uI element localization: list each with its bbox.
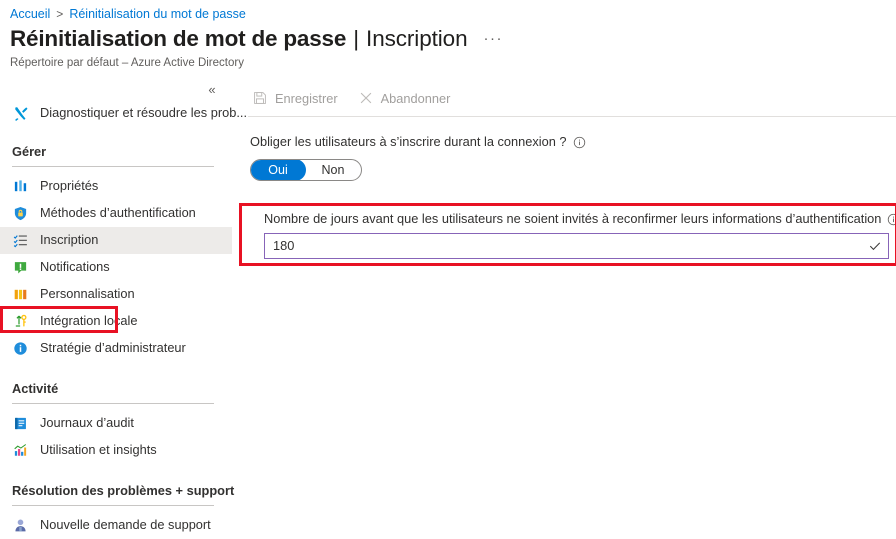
more-options-button[interactable]: ··· — [484, 30, 504, 47]
toggle-option-yes[interactable]: Oui — [251, 160, 306, 180]
sidebar-item-label: Diagnostiquer et résoudre les prob... — [40, 105, 247, 121]
toggle-option-no[interactable]: Non — [305, 160, 361, 180]
sidebar-item-inscription[interactable]: Inscription — [0, 227, 232, 254]
page-title-section: Inscription — [366, 26, 468, 51]
sidebar-item-diagnose[interactable]: Diagnostiquer et résoudre les prob... — [0, 100, 247, 127]
on-premises-integration-icon — [12, 313, 29, 330]
days-before-reconfirm-input-wrapper[interactable] — [264, 233, 889, 259]
breadcrumb-separator-icon: > — [56, 7, 64, 21]
sidebar-item-administrator-policy[interactable]: Stratégie d’administrateur — [0, 335, 232, 362]
checkmark-icon — [862, 234, 888, 258]
sidebar-item-properties[interactable]: Propriétés — [0, 173, 232, 200]
days-before-reconfirm-label: Nombre de jours avant que les utilisateu… — [264, 211, 896, 227]
sidebar-divider — [12, 166, 214, 167]
save-button[interactable]: Enregistrer — [248, 86, 346, 110]
sidebar-divider — [12, 403, 214, 404]
sidebar-item-label: Propriétés — [40, 178, 99, 194]
page-title-main: Réinitialisation de mot de passe — [10, 26, 347, 51]
sidebar-item-label: Méthodes d’authentification — [40, 205, 196, 221]
page-title: Réinitialisation de mot de passe | Inscr… — [10, 26, 503, 52]
command-bar-divider — [248, 116, 896, 117]
require-registration-toggle[interactable]: Oui Non — [250, 159, 362, 181]
sidebar-item-audit-logs[interactable]: Journaux d’audit — [0, 410, 232, 437]
info-icon[interactable] — [573, 136, 586, 149]
save-button-label: Enregistrer — [275, 90, 338, 106]
breadcrumb-home-link[interactable]: Accueil — [10, 7, 50, 21]
sidebar-item-label: Inscription — [40, 232, 99, 248]
sidebar-group-activity-title: Activité — [12, 380, 59, 396]
sidebar-item-label: Nouvelle demande de support — [40, 517, 211, 533]
sidebar-item-label: Utilisation et insights — [40, 442, 157, 458]
info-circle-icon — [12, 340, 29, 357]
discard-button[interactable]: Abandonner — [354, 86, 459, 110]
sidebar-item-label: Journaux d’audit — [40, 415, 134, 431]
sidebar-item-on-premises-integration[interactable]: Intégration locale — [0, 308, 232, 335]
collapse-sidebar-button[interactable]: « — [204, 82, 220, 98]
sidebar-item-customization[interactable]: Personnalisation — [0, 281, 232, 308]
days-before-reconfirm-label-text: Nombre de jours avant que les utilisateu… — [264, 211, 882, 226]
wrench-icon — [12, 105, 29, 122]
command-bar: Enregistrer Abandonner — [248, 86, 466, 110]
sidebar: « Diagnostiquer et résoudre les prob... … — [0, 80, 247, 535]
sidebar-group-manage-title: Gérer — [12, 143, 47, 159]
sidebar-divider — [12, 505, 214, 506]
page-subtitle: Répertoire par défaut – Azure Active Dir… — [10, 57, 244, 69]
save-icon — [252, 90, 268, 106]
days-before-reconfirm-input[interactable] — [265, 234, 862, 258]
require-registration-label: Obliger les utilisateurs à s’inscrire du… — [250, 134, 886, 150]
sidebar-item-label: Personnalisation — [40, 286, 135, 302]
support-person-icon — [12, 517, 29, 534]
page-title-divider: | — [353, 26, 360, 51]
sidebar-item-label: Stratégie d’administrateur — [40, 340, 186, 356]
sidebar-item-usage-insights[interactable]: Utilisation et insights — [0, 437, 232, 464]
close-icon — [358, 90, 374, 106]
info-icon[interactable] — [887, 213, 896, 226]
usage-insights-icon — [12, 442, 29, 459]
discard-button-label: Abandonner — [380, 90, 451, 106]
shield-lock-icon — [12, 205, 29, 222]
sidebar-group-support-title: Résolution des problèmes + support — [12, 482, 235, 498]
breadcrumb-current-link[interactable]: Réinitialisation du mot de passe — [69, 7, 246, 21]
audit-log-icon — [12, 415, 29, 432]
customization-icon — [12, 286, 29, 303]
breadcrumb: Accueil > Réinitialisation du mot de pas… — [10, 5, 246, 23]
settings-form: Obliger les utilisateurs à s’inscrire du… — [239, 134, 896, 268]
sidebar-item-authentication-methods[interactable]: Méthodes d’authentification — [0, 200, 232, 227]
sidebar-item-label: Intégration locale — [40, 313, 138, 329]
require-registration-label-text: Obliger les utilisateurs à s’inscrire du… — [250, 134, 567, 149]
notification-icon — [12, 259, 29, 276]
content-pane: Enregistrer Abandonner Obliger les utili… — [239, 80, 896, 535]
properties-icon — [12, 178, 29, 195]
sidebar-item-notifications[interactable]: Notifications — [0, 254, 232, 281]
days-before-reconfirm-field: Nombre de jours avant que les utilisateu… — [239, 203, 896, 268]
require-registration-toggle-row: Oui Non — [250, 159, 886, 181]
sidebar-item-label: Notifications — [40, 259, 110, 275]
registration-list-icon — [12, 232, 29, 249]
